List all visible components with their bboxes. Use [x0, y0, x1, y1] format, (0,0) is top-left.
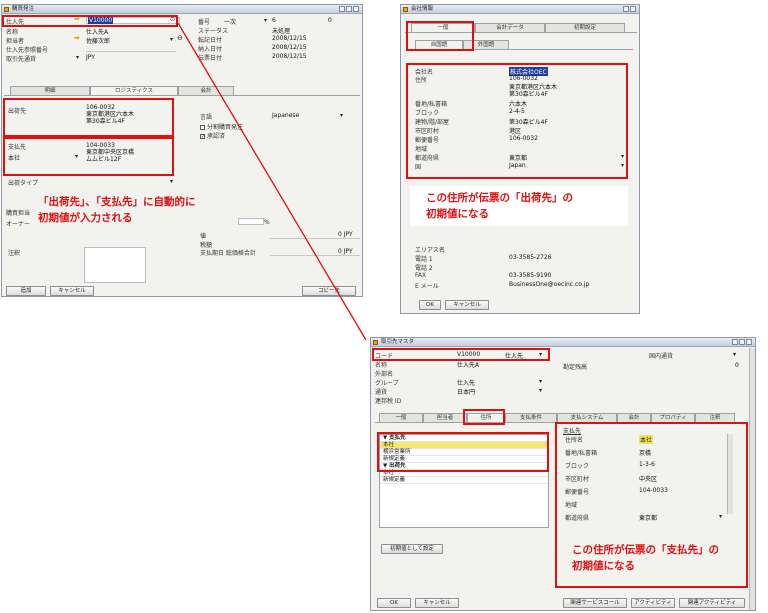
currency-value[interactable]: 日本円: [457, 387, 475, 396]
currency-label: 通貨: [375, 389, 388, 396]
group-value[interactable]: 仕入先: [457, 378, 475, 387]
balance-value: 0: [735, 362, 739, 369]
cancel-button[interactable]: キャンセル: [415, 598, 459, 608]
tab-properties[interactable]: プロパティ: [651, 413, 695, 422]
tab-accounting[interactable]: 会計: [617, 413, 651, 422]
callout-line: この住所が伝票の「支払先」の: [572, 544, 719, 556]
vertical-scrollbar[interactable]: [749, 348, 755, 610]
local-currency-label: 国内通貨: [649, 353, 674, 360]
tax-id-label: 連邦税 ID: [375, 398, 402, 405]
chevron-down-icon[interactable]: ▾: [733, 351, 736, 358]
tab-payment-system[interactable]: 支払システム: [557, 413, 617, 422]
window-icon: [373, 340, 378, 345]
address-tab-highlight-box: [463, 409, 505, 425]
set-as-default-button[interactable]: 初期値として設定: [381, 544, 443, 554]
tab-general[interactable]: 一般: [379, 413, 423, 422]
ok-button[interactable]: OK: [377, 598, 411, 608]
pay-to-tree-highlight-box: [377, 432, 549, 472]
title-bar: 取引先マスタ: [371, 338, 755, 347]
callout-pay-to-default: この住所が伝票の「支払先」の 初期値になる: [572, 542, 719, 574]
group-label: グループ: [375, 380, 399, 387]
tab-contacts[interactable]: 担当者: [423, 413, 467, 422]
window-title: 取引先マスタ: [381, 339, 415, 345]
close-button[interactable]: [746, 339, 752, 345]
name-value[interactable]: 仕入先A: [457, 360, 479, 369]
chevron-down-icon[interactable]: ▾: [539, 378, 542, 385]
window-controls: [732, 339, 752, 345]
tree-item[interactable]: 新規定義: [380, 477, 548, 484]
foreign-name-label: 外部名: [375, 371, 394, 378]
balance-label: 勘定残高: [563, 364, 588, 371]
related-service-call-button[interactable]: 関連サービスコール: [563, 598, 627, 608]
name-label: 名称: [375, 362, 388, 369]
activity-button[interactable]: アクティビティ: [631, 598, 675, 608]
related-activity-button[interactable]: 関連アクティビティ: [679, 598, 745, 608]
tab-remarks[interactable]: 注釈: [695, 413, 735, 422]
minimize-button[interactable]: [732, 339, 738, 345]
tab-payment-terms[interactable]: 支払条件: [505, 413, 557, 422]
callout-line: 初期値になる: [572, 560, 635, 572]
chevron-down-icon[interactable]: ▾: [539, 387, 542, 394]
maximize-button[interactable]: [739, 339, 745, 345]
code-highlight-box: [372, 348, 550, 361]
